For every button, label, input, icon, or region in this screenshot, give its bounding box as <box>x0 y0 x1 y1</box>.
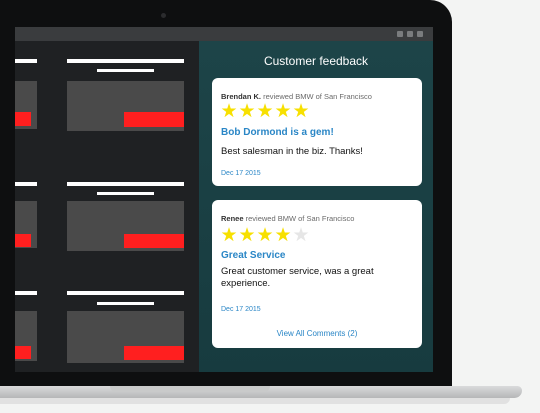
laptop-base-notch <box>110 386 270 392</box>
camera-dot <box>161 13 166 18</box>
review-card[interactable]: Brendan K. reviewed BMW of San Francisco… <box>212 78 422 186</box>
review-action: reviewed BMW of San Francisco <box>263 92 372 101</box>
tile-price-tag <box>15 234 31 247</box>
star-icon: ★ <box>220 225 238 246</box>
feedback-title: Customer feedback <box>263 54 369 68</box>
star-icon: ★ <box>292 101 310 122</box>
window-maximize-button[interactable] <box>407 31 413 37</box>
reviewer-name: Renee <box>221 214 244 223</box>
review-meta: Renee reviewed BMW of San Francisco <box>221 214 354 223</box>
tile-subtitle-bar <box>97 69 154 72</box>
star-icon: ★ <box>274 101 292 122</box>
review-body: Best salesman in the biz. Thanks! <box>221 146 363 157</box>
tile-price-tag <box>124 112 184 127</box>
star-rating: ★ ★ ★ ★ ★ <box>220 102 310 121</box>
laptop-base-shadow <box>0 398 510 404</box>
review-date: Dec 17 2015 <box>221 306 261 313</box>
tile-title-bar <box>67 59 184 63</box>
star-icon: ★ <box>256 225 274 246</box>
review-headline[interactable]: Great Service <box>221 250 286 261</box>
screen: Customer feedback Brendan K. reviewed BM… <box>15 27 433 372</box>
star-rating: ★ ★ ★ ★ ★ <box>220 226 310 245</box>
star-icon: ★ <box>256 101 274 122</box>
window-topbar <box>15 27 433 41</box>
review-meta: Brendan K. reviewed BMW of San Francisco <box>221 92 372 101</box>
star-icon: ★ <box>238 101 256 122</box>
star-icon: ★ <box>292 225 310 246</box>
review-date: Dec 17 2015 <box>221 170 261 177</box>
tile-subtitle-bar <box>97 192 154 195</box>
review-headline[interactable]: Bob Dormond is a gem! <box>221 127 334 138</box>
reviewer-name: Brendan K. <box>221 92 262 101</box>
tile-price-tag <box>15 346 31 359</box>
star-icon: ★ <box>220 101 238 122</box>
laptop-bezel: Customer feedback Brendan K. reviewed BM… <box>0 0 452 395</box>
window-minimize-button[interactable] <box>397 31 403 37</box>
review-body: Great customer service, was a great expe… <box>221 266 374 289</box>
view-all-comments-link[interactable]: View All Comments (2) <box>212 329 422 338</box>
star-icon: ★ <box>274 225 292 246</box>
tile-price-tag <box>124 234 184 248</box>
tile-title-bar <box>15 182 37 186</box>
star-icon: ★ <box>238 225 256 246</box>
tile-price-tag <box>15 112 31 126</box>
tile-title-bar <box>15 291 37 295</box>
review-action: reviewed BMW of San Francisco <box>245 214 355 223</box>
window-close-button[interactable] <box>417 31 423 37</box>
review-card[interactable]: Renee reviewed BMW of San Francisco ★ ★ … <box>212 200 422 348</box>
tile-price-tag <box>124 346 184 360</box>
tile-title-bar <box>67 291 184 295</box>
tile-title-bar <box>67 182 184 186</box>
customer-feedback-panel: Customer feedback Brendan K. reviewed BM… <box>199 41 433 372</box>
tile-subtitle-bar <box>97 302 154 305</box>
tile-title-bar <box>15 59 37 63</box>
